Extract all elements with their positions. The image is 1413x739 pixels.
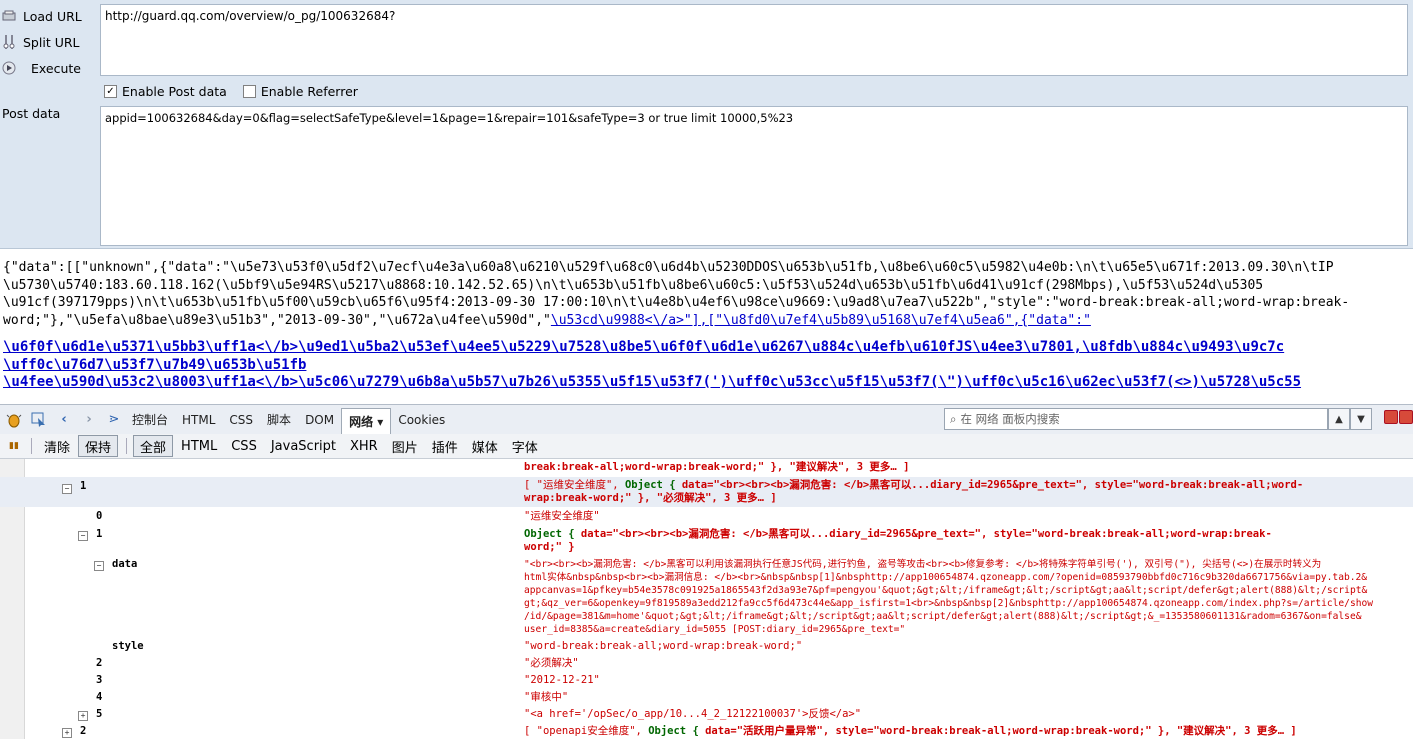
tree-key: 1 — [80, 480, 87, 492]
tree-key: 3 — [96, 674, 103, 686]
enable-referrer-checkbox[interactable]: Enable Referrer — [242, 84, 358, 99]
tree-value: "必须解决" — [524, 657, 579, 669]
enable-post-checkbox[interactable]: ✓ Enable Post data — [104, 84, 227, 99]
response-line: \u91cf(397179pps)\n\t\u653b\u51fb\u5f00\… — [3, 295, 1350, 310]
clear-button[interactable]: 清除 — [38, 436, 76, 456]
post-data-input[interactable]: appid=100632684&day=0&flag=selectSafeTyp… — [100, 106, 1408, 246]
filter-plugins[interactable]: 插件 — [426, 436, 464, 456]
tab-cookies[interactable]: Cookies — [391, 408, 452, 432]
feedback-link[interactable]: \u53cd\u9988<\/a>"],["\u8fd0\u7ef4\u5b89… — [551, 313, 1091, 328]
tab-console[interactable]: 控制台 — [125, 408, 175, 432]
tab-network[interactable]: 网络 ▾ — [341, 407, 392, 435]
split-url-label: Split URL — [23, 34, 80, 50]
collapse-toggle-icon[interactable]: − — [62, 484, 72, 494]
response-link-line[interactable]: \u4fee\u590d\u53c2\u8003\uff1a<\/b>\u5c0… — [3, 374, 1410, 392]
tab-dom[interactable]: DOM — [298, 408, 341, 432]
load-url-icon — [1, 8, 17, 24]
response-line: word;"},"\u5efa\u8bae\u89e3\u51b3","2013… — [3, 312, 1410, 330]
tree-value: "2012-12-21" — [524, 674, 600, 686]
tree-value: Object { data="<br><br><b>漏洞危害: </b>黑客可以… — [524, 528, 1272, 553]
tree-value: "运维安全维度" — [524, 510, 600, 522]
filter-xhr[interactable]: XHR — [344, 436, 384, 456]
forward-arrow-icon[interactable]: › — [78, 409, 100, 431]
divider — [126, 438, 128, 454]
search-placeholder: 在 网络 面板内搜索 — [960, 412, 1060, 426]
tree-value: "<br><br><b>漏洞危害: </b>黑客可以利用该漏洞执行任意JS代码,… — [524, 559, 1374, 635]
tree-row[interactable]: − 1 [ "运维安全维度", Object { data="<br><br><… — [0, 477, 1413, 507]
tree-value: "审核中" — [524, 691, 569, 703]
tab-css[interactable]: CSS — [222, 408, 260, 432]
enable-post-label: Enable Post data — [122, 84, 227, 99]
search-down-button[interactable]: ▼ — [1350, 408, 1372, 430]
xhr-breakpoint-icon[interactable]: ▮▮ — [3, 435, 25, 457]
execute-button[interactable]: Execute — [0, 57, 81, 79]
network-filter-bar: ▮▮ 清除 保持 全部 HTML CSS JavaScript XHR 图片 插… — [0, 434, 1413, 459]
chevron-down-icon: ▼ — [1357, 413, 1365, 425]
tree-value: [ "运维安全维度", Object { data="<br><br><b>漏洞… — [524, 479, 1304, 504]
hackbar-panel: Load URL Split URL Execute http://guard.… — [0, 0, 1413, 249]
filter-css[interactable]: CSS — [225, 436, 263, 456]
tree-value: "word-break:break-all;word-wrap:break-wo… — [524, 640, 803, 652]
execute-label: Execute — [31, 60, 81, 76]
persist-button[interactable]: 保持 — [78, 435, 119, 457]
close-panel-icon[interactable] — [1399, 410, 1413, 424]
back-arrow-icon[interactable]: ‹ — [53, 409, 75, 431]
json-tree-view: break:break-all;word-wrap:break-word;" }… — [0, 459, 1413, 739]
divider — [31, 438, 32, 454]
expand-toggle-icon[interactable]: + — [78, 711, 88, 721]
filter-media[interactable]: 媒体 — [466, 436, 504, 456]
split-url-button[interactable]: Split URL — [0, 31, 80, 53]
chevron-up-icon: ▲ — [1335, 413, 1343, 425]
filter-fonts[interactable]: 字体 — [506, 436, 544, 456]
search-icon: ⌕ — [950, 411, 957, 426]
response-link-line[interactable]: \u6f0f\u6d1e\u5371\u5bb3\uff1a<\/b>\u9ed… — [3, 339, 1410, 357]
enable-referrer-check-icon — [242, 85, 256, 98]
collapse-toggle-icon[interactable]: − — [78, 531, 88, 541]
url-input[interactable]: http://guard.qq.com/overview/o_pg/100632… — [100, 4, 1408, 76]
response-body: {"data":[["unknown",{"data":"\u5e73\u53f… — [0, 249, 1413, 403]
expand-toggle-icon[interactable]: + — [62, 728, 72, 738]
firebug-toolbar: ‹ › ⋗ 控制台 HTML CSS 脚本 DOM 网络 ▾ Cookies ⌕… — [0, 404, 1413, 435]
post-data-label: Post data — [2, 106, 61, 121]
enable-post-check-icon: ✓ — [104, 85, 117, 98]
tab-html[interactable]: HTML — [175, 408, 222, 432]
load-url-label: Load URL — [23, 8, 82, 24]
tree-value: [ "openapi安全维度", Object { data="活跃用户量异常"… — [524, 725, 1297, 737]
load-url-button[interactable]: Load URL — [0, 5, 82, 27]
split-url-icon — [1, 34, 17, 50]
collapse-toggle-icon[interactable]: − — [94, 561, 104, 571]
tree-key: 2 — [80, 725, 87, 737]
enable-referrer-label: Enable Referrer — [260, 84, 358, 99]
command-line-icon[interactable]: ⋗ — [103, 409, 125, 431]
panel-search-input[interactable]: ⌕ 在 网络 面板内搜索 — [944, 408, 1328, 430]
firebug-icon[interactable] — [3, 409, 25, 431]
execute-icon — [1, 60, 17, 76]
filter-images[interactable]: 图片 — [386, 436, 424, 456]
tree-key: 2 — [96, 657, 103, 669]
tree-key: style — [112, 640, 144, 652]
response-line: \u5730\u5740:183.60.118.162(\u5bf9\u5e94… — [3, 277, 1264, 293]
tree-key: 5 — [96, 708, 103, 720]
response-line: {"data":[["unknown",{"data":"\u5e73\u53f… — [3, 260, 1334, 275]
filter-javascript[interactable]: JavaScript — [265, 436, 342, 456]
response-text: word;"},"\u5efa\u8bae\u89e3\u51b3","2013… — [3, 312, 551, 328]
search-up-button[interactable]: ▲ — [1328, 408, 1350, 430]
filter-html[interactable]: HTML — [175, 436, 223, 456]
tree-key: 0 — [96, 510, 103, 522]
tree-key: 4 — [96, 691, 103, 703]
tree-value: "<a href='/opSec/o_app/10...4_2_12122100… — [524, 708, 862, 720]
inspect-icon[interactable] — [28, 409, 50, 431]
minimize-panel-icon[interactable] — [1384, 410, 1398, 424]
filter-all[interactable]: 全部 — [133, 435, 174, 457]
response-link-line[interactable]: \uff0c\u76d7\u53f7\u7b49\u653b\u51fb — [3, 357, 1410, 375]
tab-script[interactable]: 脚本 — [260, 408, 298, 432]
tree-key: data — [112, 558, 138, 570]
tree-key: 1 — [96, 528, 103, 540]
tree-value: break:break-all;word-wrap:break-word;" }… — [524, 461, 910, 473]
